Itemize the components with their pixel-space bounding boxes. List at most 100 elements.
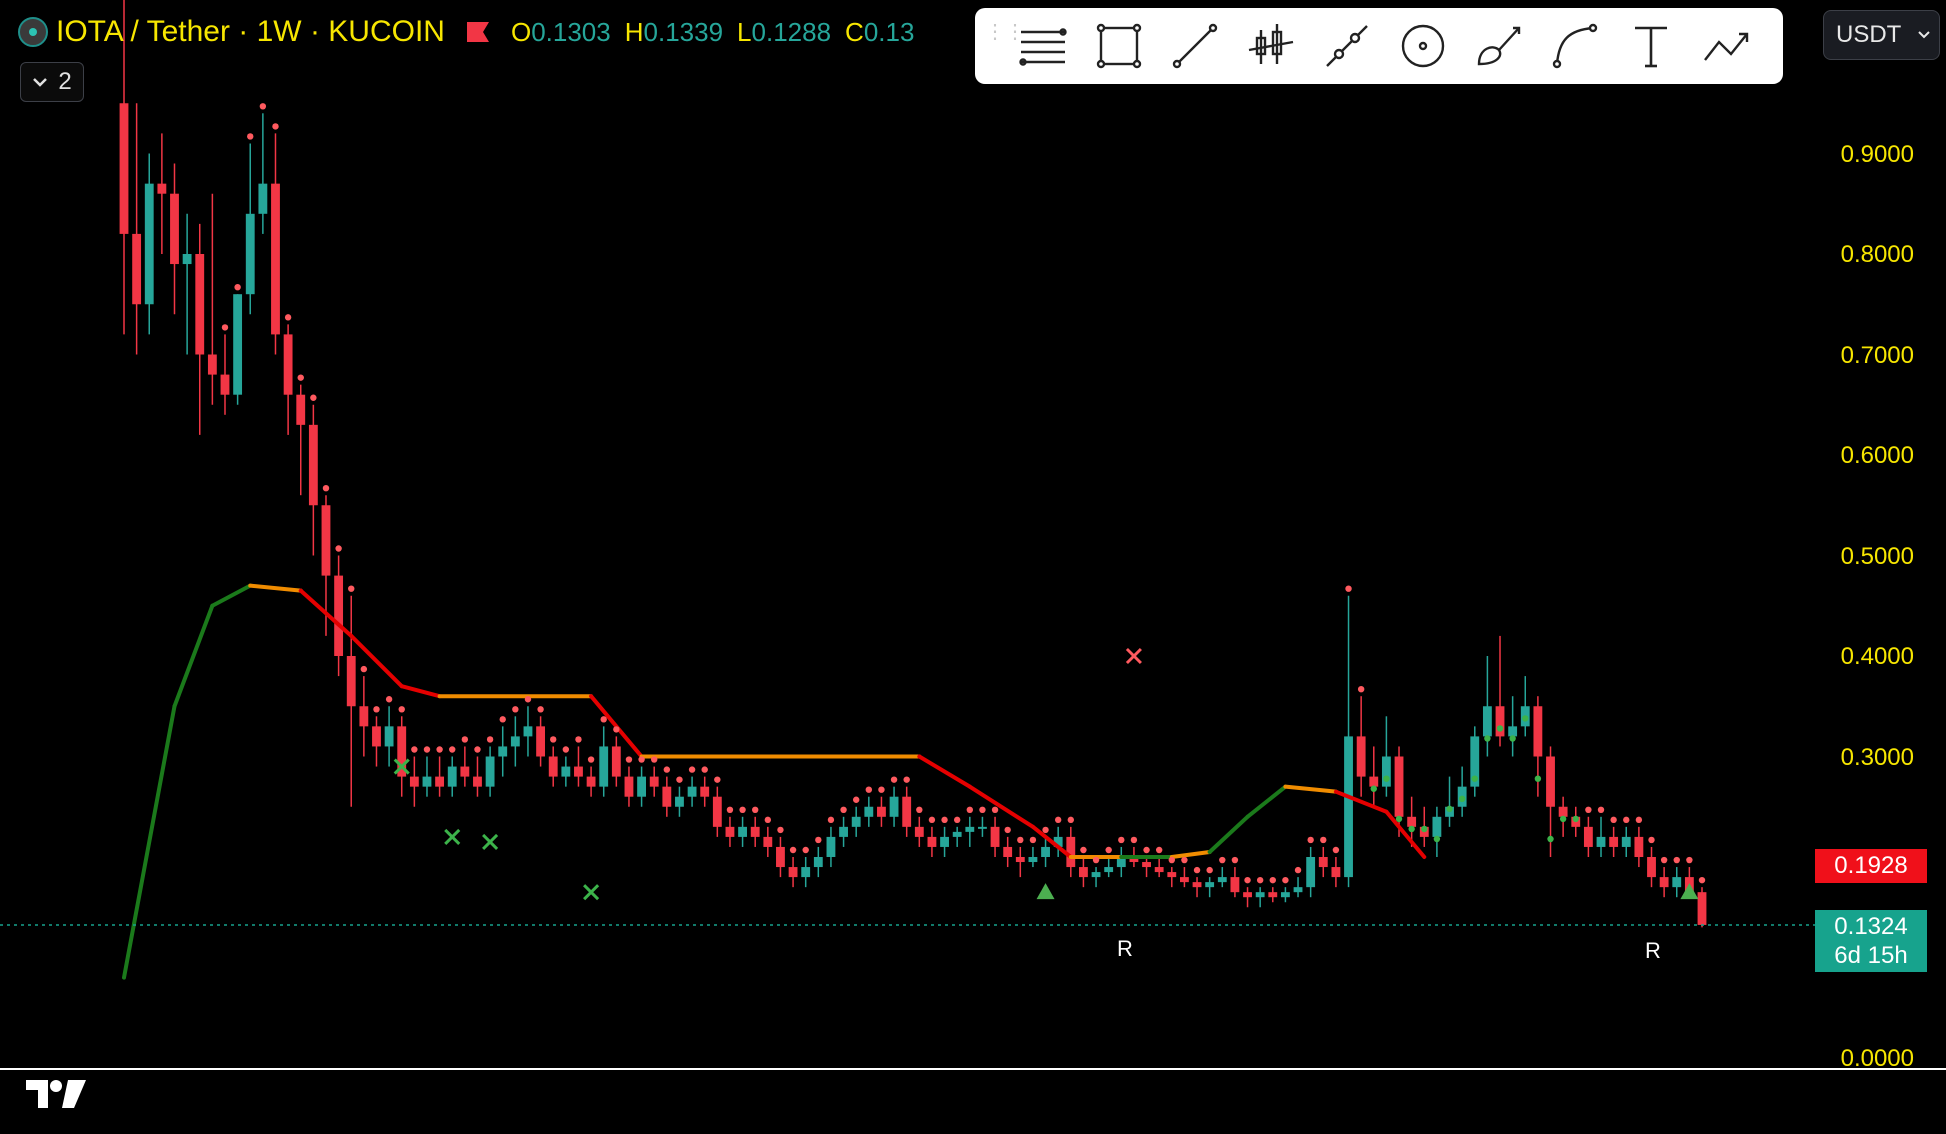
trend-line-segment — [172, 603, 215, 709]
signal-dot — [1332, 846, 1340, 854]
signal-dot — [979, 806, 986, 813]
candle — [1091, 872, 1101, 878]
symbol-legend: IOTA / Tether · 1W · KUCOIN O0.1303 H0.1… — [18, 12, 914, 52]
signal-dot — [1673, 856, 1680, 864]
tradingview-logo-icon[interactable] — [24, 1074, 88, 1114]
candle — [334, 575, 344, 656]
candle — [271, 183, 280, 335]
trend-line-segment — [967, 784, 1035, 829]
brush-icon[interactable] — [1461, 16, 1537, 76]
signal-dot — [550, 736, 557, 743]
iota-logo-icon — [18, 17, 48, 47]
cross-marker — [444, 828, 461, 845]
signal-dot — [1017, 836, 1024, 844]
candle — [296, 394, 306, 425]
signal-dot — [1244, 876, 1251, 884]
r-label: R — [1117, 936, 1133, 961]
trend-line-segment — [1169, 849, 1212, 859]
candle — [599, 746, 609, 787]
signal-dot — [827, 816, 835, 824]
candle — [1066, 836, 1076, 868]
candle — [1003, 846, 1013, 857]
candle — [1041, 846, 1050, 857]
path-icon[interactable] — [1689, 16, 1765, 76]
signal-dot — [953, 816, 961, 824]
candle — [700, 786, 710, 797]
signal-dot — [461, 736, 469, 743]
symbol-title[interactable]: IOTA / Tether · 1W · KUCOIN — [56, 15, 445, 49]
signal-dot — [247, 133, 254, 140]
signal-dot — [991, 806, 999, 813]
text-icon[interactable] — [1613, 16, 1689, 76]
trend-line-icon[interactable] — [1157, 16, 1233, 76]
signal-dot — [1143, 846, 1150, 854]
signal-dot — [436, 746, 443, 753]
signal-dot — [1383, 775, 1390, 782]
candle — [978, 826, 987, 829]
lines-menu-icon[interactable] — [1005, 16, 1081, 76]
signal-dot — [688, 766, 696, 773]
signal-dot — [1029, 836, 1037, 844]
signal-dot — [1181, 856, 1188, 864]
candle — [1659, 877, 1669, 888]
price-tick-label: 0.3000 — [1840, 743, 1914, 771]
signal-dot — [1092, 856, 1100, 864]
candle — [801, 867, 811, 878]
segment-icon[interactable] — [1309, 16, 1385, 76]
signal-dot — [802, 846, 809, 854]
signal-dot — [499, 716, 506, 723]
trend-line-segment — [1384, 809, 1427, 859]
candle — [902, 796, 912, 827]
r-label: R — [1645, 938, 1661, 963]
signal-dot — [1231, 856, 1239, 864]
curve-icon[interactable] — [1537, 16, 1613, 76]
currency-select[interactable]: USDT — [1823, 10, 1940, 60]
candle — [1432, 816, 1442, 837]
trend-line-segment — [1207, 814, 1250, 854]
trend-line-segment — [210, 583, 253, 608]
candle — [536, 726, 546, 757]
candle — [649, 776, 659, 787]
candle — [119, 103, 129, 234]
drag-handle-icon[interactable]: ⋮⋮ — [985, 22, 1025, 66]
signal-dot — [537, 706, 544, 713]
signal-dot — [903, 776, 910, 783]
candle — [675, 796, 684, 807]
last-price-badge: 0.1324 6d 15h — [1815, 910, 1927, 972]
rectangle-icon[interactable] — [1081, 16, 1157, 76]
candles-icon[interactable] — [1233, 16, 1309, 76]
price-tick-label: 0.7000 — [1840, 341, 1914, 369]
candle — [637, 776, 647, 797]
candle — [1306, 857, 1316, 888]
candle — [157, 183, 167, 194]
signal-dot — [840, 806, 847, 813]
candle — [1142, 862, 1151, 868]
signal-dot — [916, 806, 923, 813]
triangle-marker — [1680, 883, 1699, 900]
candle — [1558, 806, 1568, 817]
candle — [914, 826, 924, 837]
signal-dot — [373, 706, 380, 713]
candle — [750, 826, 760, 837]
signal-dot — [941, 816, 948, 824]
candle — [1546, 756, 1555, 807]
signal-dot — [259, 103, 267, 110]
trend-line-segment — [349, 633, 404, 689]
candle — [1583, 826, 1593, 847]
trend-line-segment — [122, 704, 177, 980]
candle — [473, 776, 482, 787]
candle — [1318, 857, 1328, 868]
circle-icon[interactable] — [1385, 16, 1461, 76]
candle — [1407, 816, 1417, 827]
candle — [548, 756, 558, 777]
indicator-collapse-button[interactable]: 2 — [20, 62, 84, 102]
candle — [851, 816, 861, 827]
signal-dot — [1155, 846, 1163, 854]
signal-dot — [865, 786, 873, 793]
signal-dot — [1294, 866, 1302, 874]
signal-dot — [1004, 826, 1011, 834]
trend-line-segment — [1245, 784, 1288, 819]
candle — [1331, 867, 1341, 878]
candle — [1255, 892, 1265, 898]
flag-icon[interactable] — [466, 22, 489, 42]
